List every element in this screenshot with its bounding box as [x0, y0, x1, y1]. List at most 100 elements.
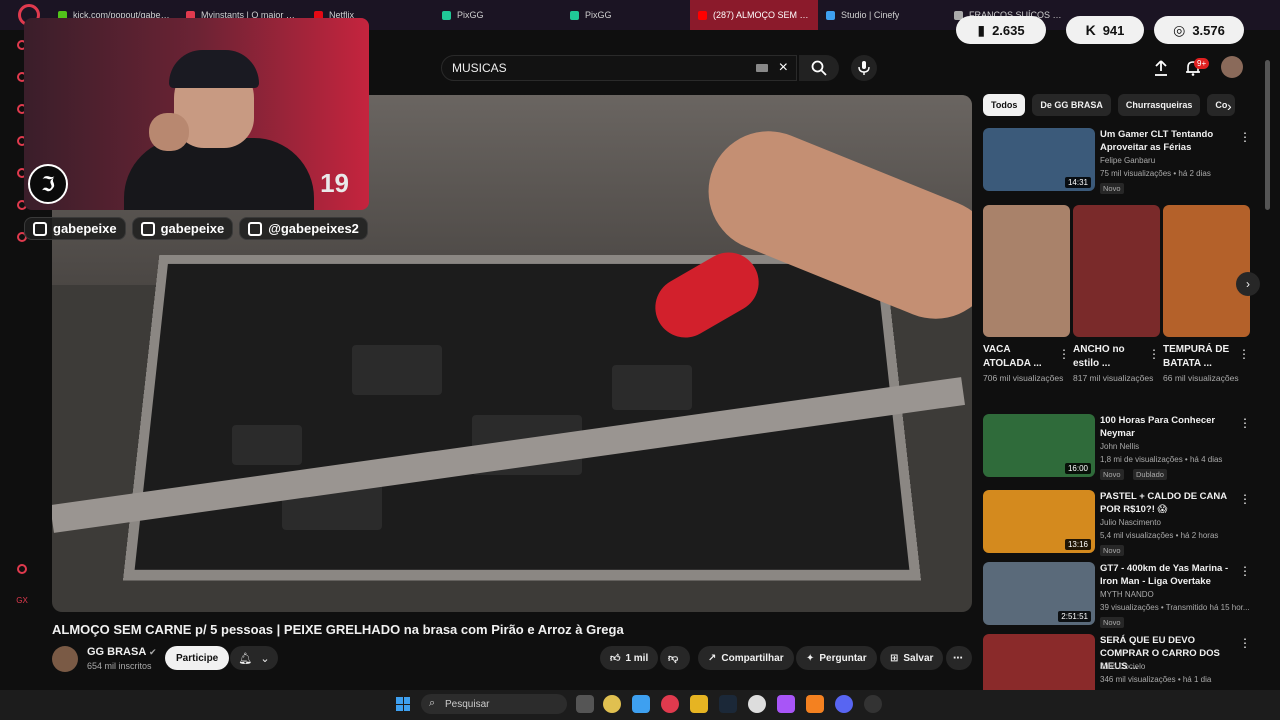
thumbs-up-icon: 👍︎ [610, 653, 621, 664]
recommended-video[interactable]: 13:16 PASTEL + CALDO DE CANA POR R$10?! 😱… [983, 490, 1263, 556]
join-button[interactable]: Participe [165, 646, 230, 670]
video-thumbnail[interactable]: 14:31 [983, 128, 1095, 191]
steam-icon[interactable] [719, 695, 737, 713]
recommended-video-title[interactable]: PASTEL + CALDO DE CANA POR R$10?! 😱 [1100, 490, 1240, 516]
upload-icon [1155, 60, 1167, 76]
file-explorer-icon[interactable] [690, 695, 708, 713]
video-thumbnail[interactable] [983, 634, 1095, 697]
more-options-icon[interactable]: ⋮ [1239, 636, 1251, 650]
video-frame-coal [232, 425, 302, 465]
kick-icon: K [1085, 22, 1096, 38]
save-button[interactable]: ⊞ Salvar [880, 646, 944, 670]
more-options-icon[interactable]: ⋮ [1239, 492, 1251, 506]
cloud-app-icon[interactable] [806, 695, 824, 713]
search-input[interactable]: MUSICAS × [441, 55, 797, 81]
filter-chip[interactable]: De GG BRASA [1032, 94, 1111, 116]
ask-button[interactable]: ✦ Perguntar [796, 646, 877, 670]
recommended-video[interactable]: 2:51:51 GT7 - 400km de Yas Marina - Iron … [983, 562, 1263, 628]
channel-name[interactable]: GG BRASA ✔ [87, 646, 156, 658]
short-title[interactable]: ANCHO no estilo ... [1073, 343, 1143, 371]
bookmark-icon: ⊞ [890, 652, 899, 664]
filter-chip[interactable]: Todos [983, 94, 1026, 116]
video-thumbnail[interactable]: 16:00 [983, 414, 1095, 477]
more-options-icon[interactable]: ⋮ [1239, 564, 1251, 578]
taskbar-search-input[interactable]: ⌕ Pesquisar [421, 694, 567, 714]
short-video[interactable]: ANCHO no estilo ... 817 mil visualizações… [1073, 205, 1160, 385]
short-title[interactable]: VACA ATOLADA ... [983, 343, 1053, 371]
tab-favicon-icon [442, 10, 451, 20]
short-title[interactable]: TEMPURÁ DE BATATA ... [1163, 343, 1233, 371]
webcam-number: 19 [320, 168, 349, 198]
upload-button[interactable] [1150, 57, 1172, 79]
short-thumbnail[interactable] [1163, 205, 1250, 337]
social-handle: @gabepeixes2 [239, 217, 368, 240]
short-thumbnail[interactable] [983, 205, 1070, 337]
search-icon [811, 60, 827, 76]
recommended-meta: 75 mil visualizações • há 2 dias [1100, 169, 1211, 178]
user-avatar[interactable] [1221, 56, 1243, 78]
keyboard-icon[interactable] [756, 64, 768, 72]
obs-icon[interactable] [864, 695, 882, 713]
short-thumbnail[interactable] [1073, 205, 1160, 337]
subscription-bell-button[interactable]: 🔔︎ ⌄ [230, 646, 278, 670]
ask-label: Perguntar [819, 652, 867, 664]
shorts-next-button[interactable]: › [1236, 272, 1260, 296]
recommended-video[interactable]: 16:00 100 Horas Para Conhecer Neymar John … [983, 414, 1263, 480]
capcut-icon[interactable] [777, 695, 795, 713]
search-button[interactable] [799, 55, 839, 81]
dislike-button[interactable]: 👎︎ [660, 646, 690, 670]
recommended-video-title[interactable]: GT7 - 400km de Yas Marina - Iron Man - L… [1100, 562, 1240, 588]
video-thumbnail[interactable]: 13:16 [983, 490, 1095, 553]
video-frame-coal [612, 365, 692, 410]
recommended-video[interactable]: 14:31 Um Gamer CLT Tentando Aproveitar as… [983, 128, 1263, 194]
like-button[interactable]: 👍︎ 1 mil [600, 646, 659, 670]
short-views: 66 mil visualizações [1163, 373, 1239, 383]
subscriber-count: 654 mil inscritos [87, 661, 152, 671]
channel-avatar[interactable] [52, 646, 78, 672]
new-badge: Novo [1100, 545, 1124, 556]
recommended-channel[interactable]: Julio Cocielo [1100, 662, 1145, 671]
page-scrollbar[interactable] [1265, 60, 1270, 210]
task-view-icon[interactable] [576, 695, 594, 713]
recommended-channel[interactable]: Felipe Ganbaru [1100, 156, 1155, 165]
discord-icon[interactable] [835, 695, 853, 713]
more-options-icon[interactable]: ⋮ [1058, 347, 1070, 361]
browser-tab[interactable]: Studio | Cinefy [818, 0, 946, 30]
browser-tab[interactable]: (287) ALMOÇO SEM CARN... [690, 0, 818, 30]
recommended-channel[interactable]: John Nellis [1100, 442, 1139, 451]
viewer-stat-value: 2.635 [992, 22, 1025, 38]
share-button[interactable]: ↗ Compartilhar [698, 646, 794, 670]
more-options-icon[interactable]: ⋮ [1239, 416, 1251, 430]
social-handles: gabepeixe gabepeixe @gabepeixes2 [24, 217, 368, 240]
recommended-channel[interactable]: Julio Nascimento [1100, 518, 1161, 527]
instagram-icon [140, 221, 155, 236]
app-icon[interactable] [748, 695, 766, 713]
recommended-video-title[interactable]: 100 Horas Para Conhecer Neymar [1100, 414, 1240, 440]
recommended-channel[interactable]: MYTH NANDO [1100, 590, 1154, 599]
webcam-person-hand [149, 113, 189, 151]
browser-tab[interactable]: PixGG [434, 0, 562, 30]
opera-taskbar-icon[interactable] [661, 695, 679, 713]
short-video[interactable]: TEMPURÁ DE BATATA ... 66 mil visualizaçõe… [1163, 205, 1250, 385]
emoji-app-icon[interactable] [603, 695, 621, 713]
more-options-icon[interactable]: ⋮ [1238, 347, 1250, 361]
recommended-meta: 5,4 mil visualizações • há 2 horas [1100, 531, 1219, 540]
filter-chip[interactable]: Churrasqueiras [1117, 94, 1201, 116]
more-options-icon[interactable]: ⋮ [1239, 130, 1251, 144]
taskbar-search-placeholder: Pesquisar [445, 698, 490, 710]
channel-name-text: GG BRASA [87, 646, 146, 658]
copilot-icon[interactable] [632, 695, 650, 713]
windows-start-icon[interactable] [396, 697, 410, 711]
search-icon: ⌕ [429, 697, 436, 709]
video-thumbnail[interactable]: 2:51:51 [983, 562, 1095, 625]
more-actions-button[interactable]: ⋯ [946, 646, 972, 670]
short-video[interactable]: VACA ATOLADA ... 706 mil visualizações ⋮ [983, 205, 1070, 385]
clear-search-icon[interactable]: × [779, 59, 788, 77]
recommended-video[interactable]: SERÁ QUE EU DEVO COMPRAR O CARRO DOS MEU… [983, 634, 1263, 698]
recommended-video-title[interactable]: Um Gamer CLT Tentando Aproveitar as Féri… [1100, 128, 1240, 154]
browser-tab[interactable]: PixGG [562, 0, 690, 30]
chevron-right-icon[interactable]: › [1227, 98, 1232, 114]
sidebar-dot-icon[interactable] [17, 564, 27, 574]
more-options-icon[interactable]: ⋮ [1148, 347, 1160, 361]
voice-search-button[interactable] [851, 55, 877, 81]
